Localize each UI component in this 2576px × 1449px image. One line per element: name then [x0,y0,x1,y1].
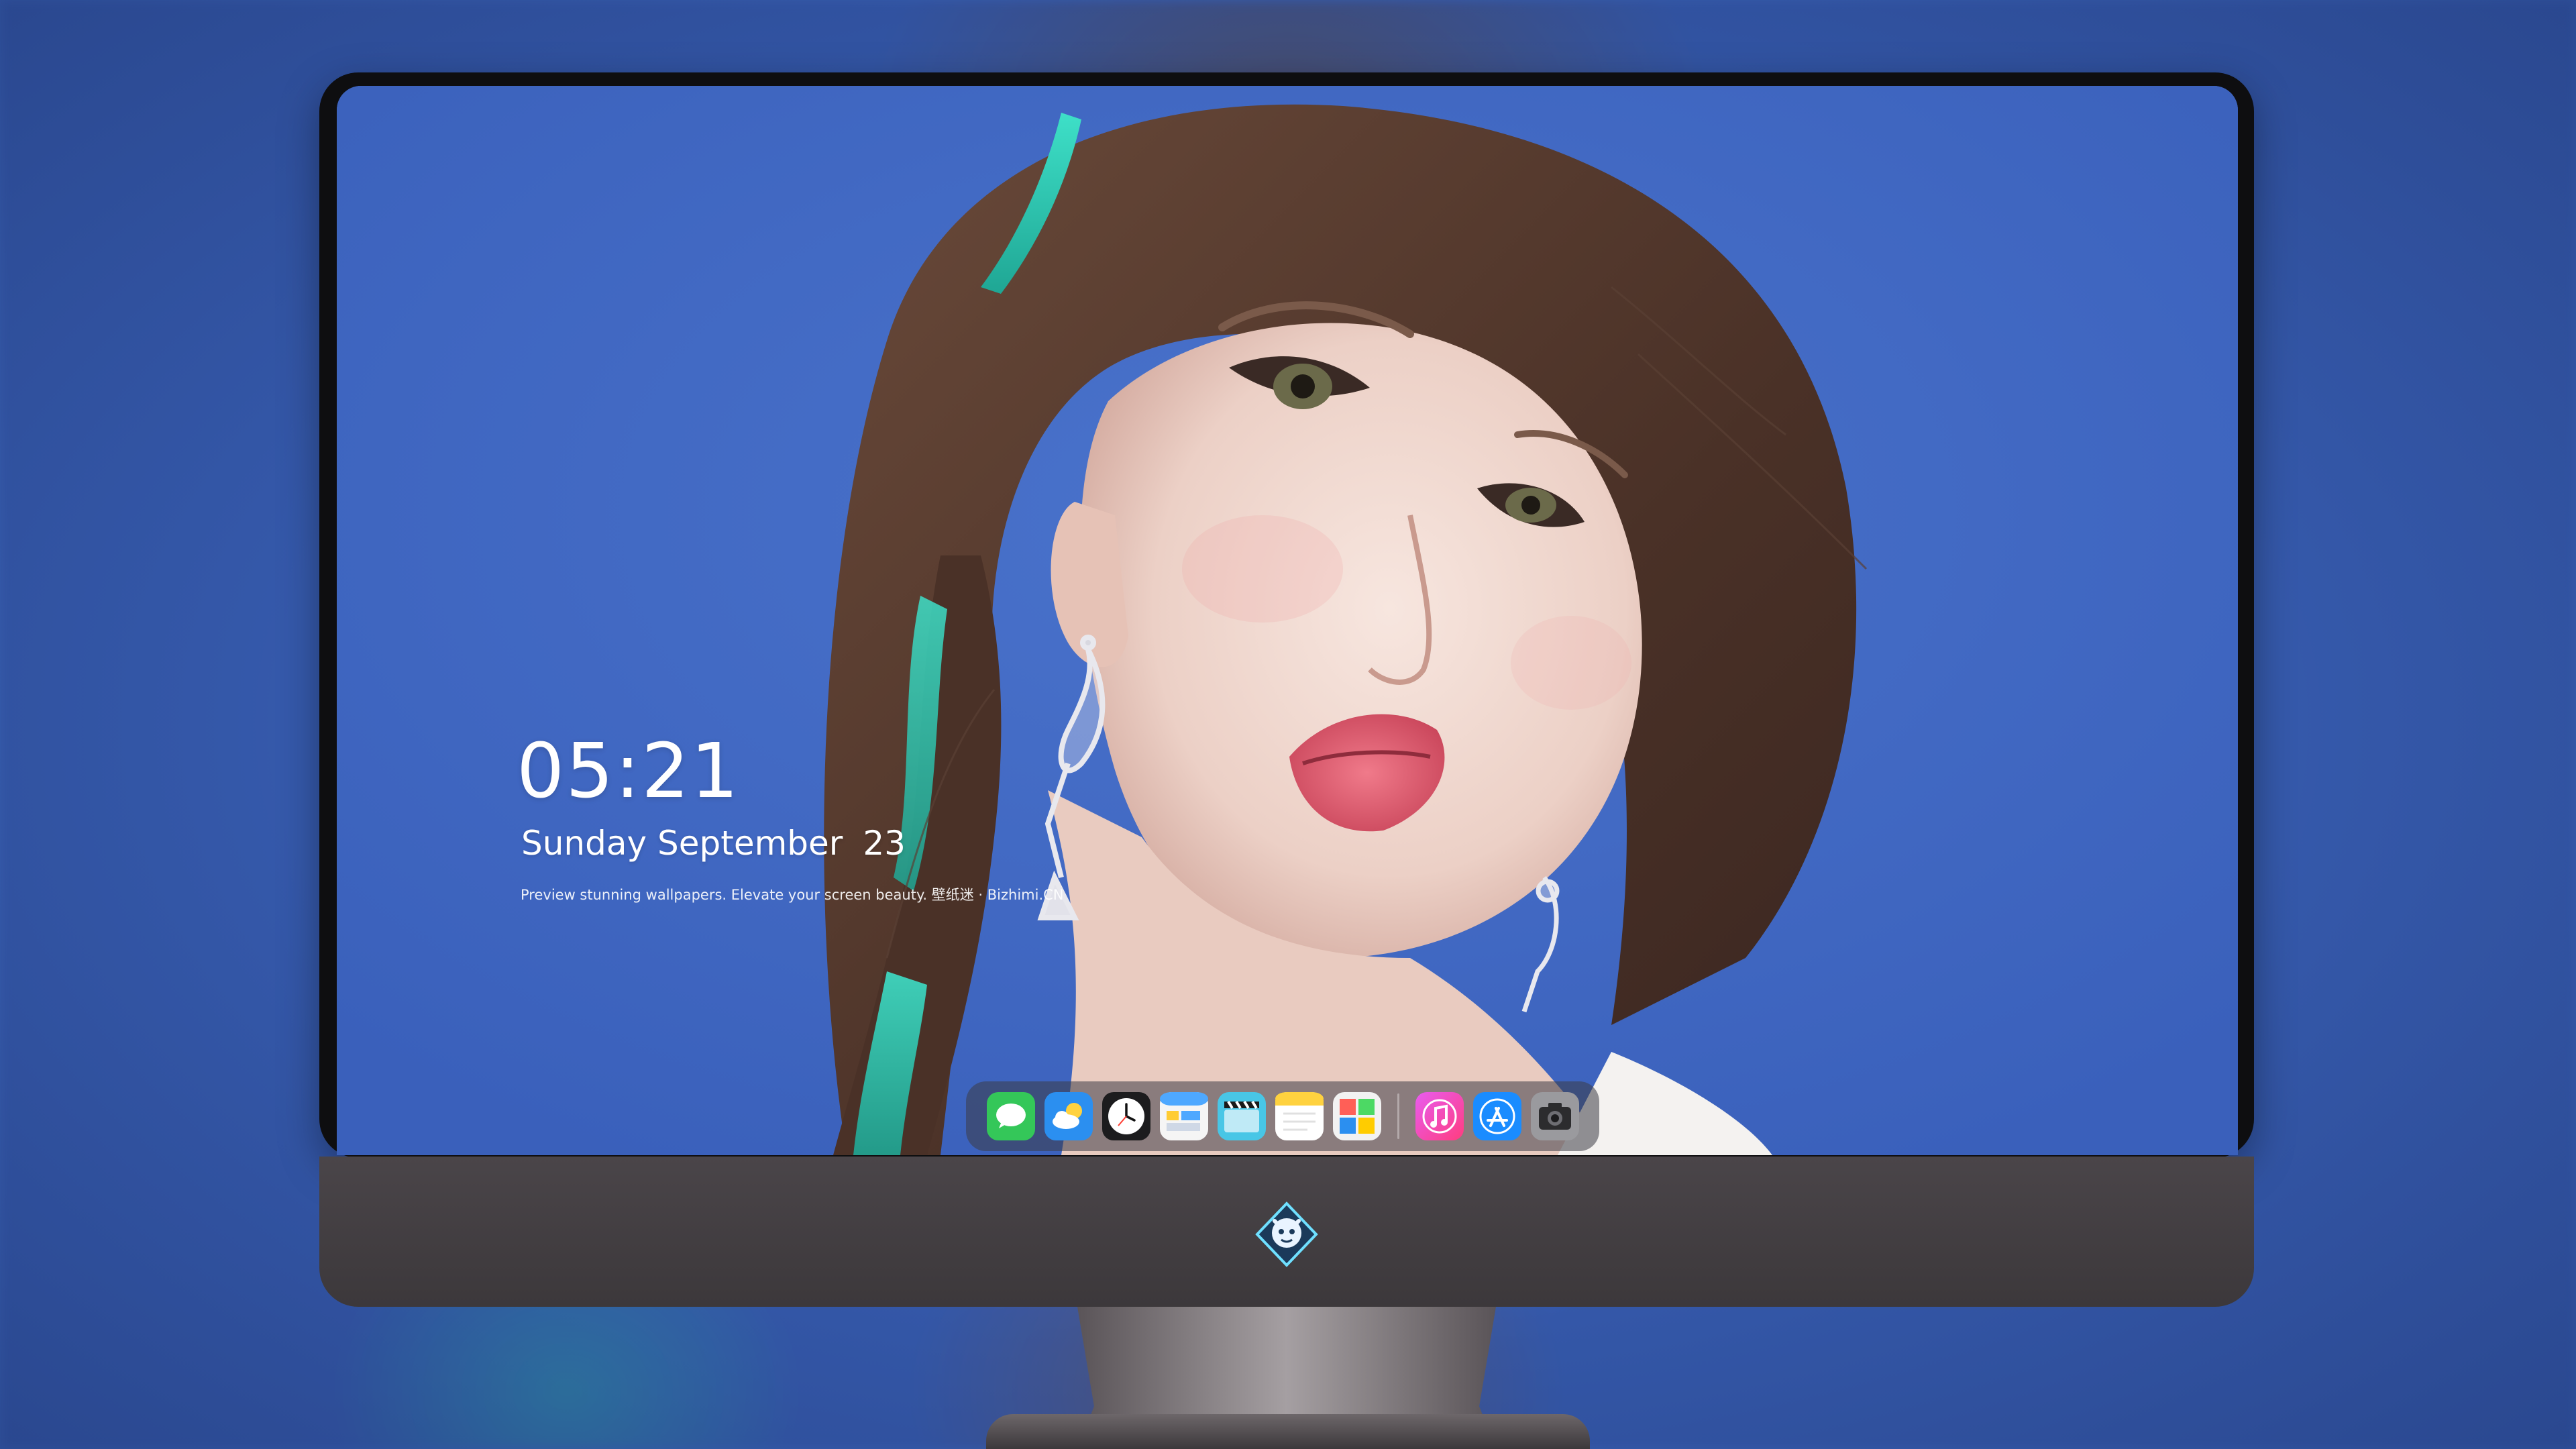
app-store-icon[interactable] [1472,1092,1521,1140]
wallpaper-portrait [337,86,2238,1155]
messages-icon[interactable] [986,1092,1035,1140]
music-icon[interactable] [1415,1092,1464,1140]
avatar-badge-icon [1253,1201,1320,1268]
gallery-icon[interactable] [1332,1092,1381,1140]
wallpaper-caption: Preview stunning wallpapers. Elevate you… [521,887,1064,903]
lock-clock-time: 05:21 [517,728,740,815]
camera-icon[interactable] [1530,1092,1579,1140]
lock-date: Sunday September 23 [521,824,906,863]
monitor-stand-base [986,1414,1590,1449]
monitor-screen: 05:21 Sunday September 23 Preview stunnin… [337,86,2238,1155]
calendar-icon[interactable] [1159,1092,1208,1140]
weather-icon[interactable] [1044,1092,1093,1140]
clock-icon[interactable] [1102,1092,1150,1140]
notes-icon[interactable] [1275,1092,1324,1140]
app-dock [966,1081,1599,1151]
lock-date-day: 23 [863,824,906,863]
lock-date-text: Sunday September [521,824,843,863]
dock-separator [1397,1093,1399,1139]
video-icon[interactable] [1217,1092,1266,1140]
